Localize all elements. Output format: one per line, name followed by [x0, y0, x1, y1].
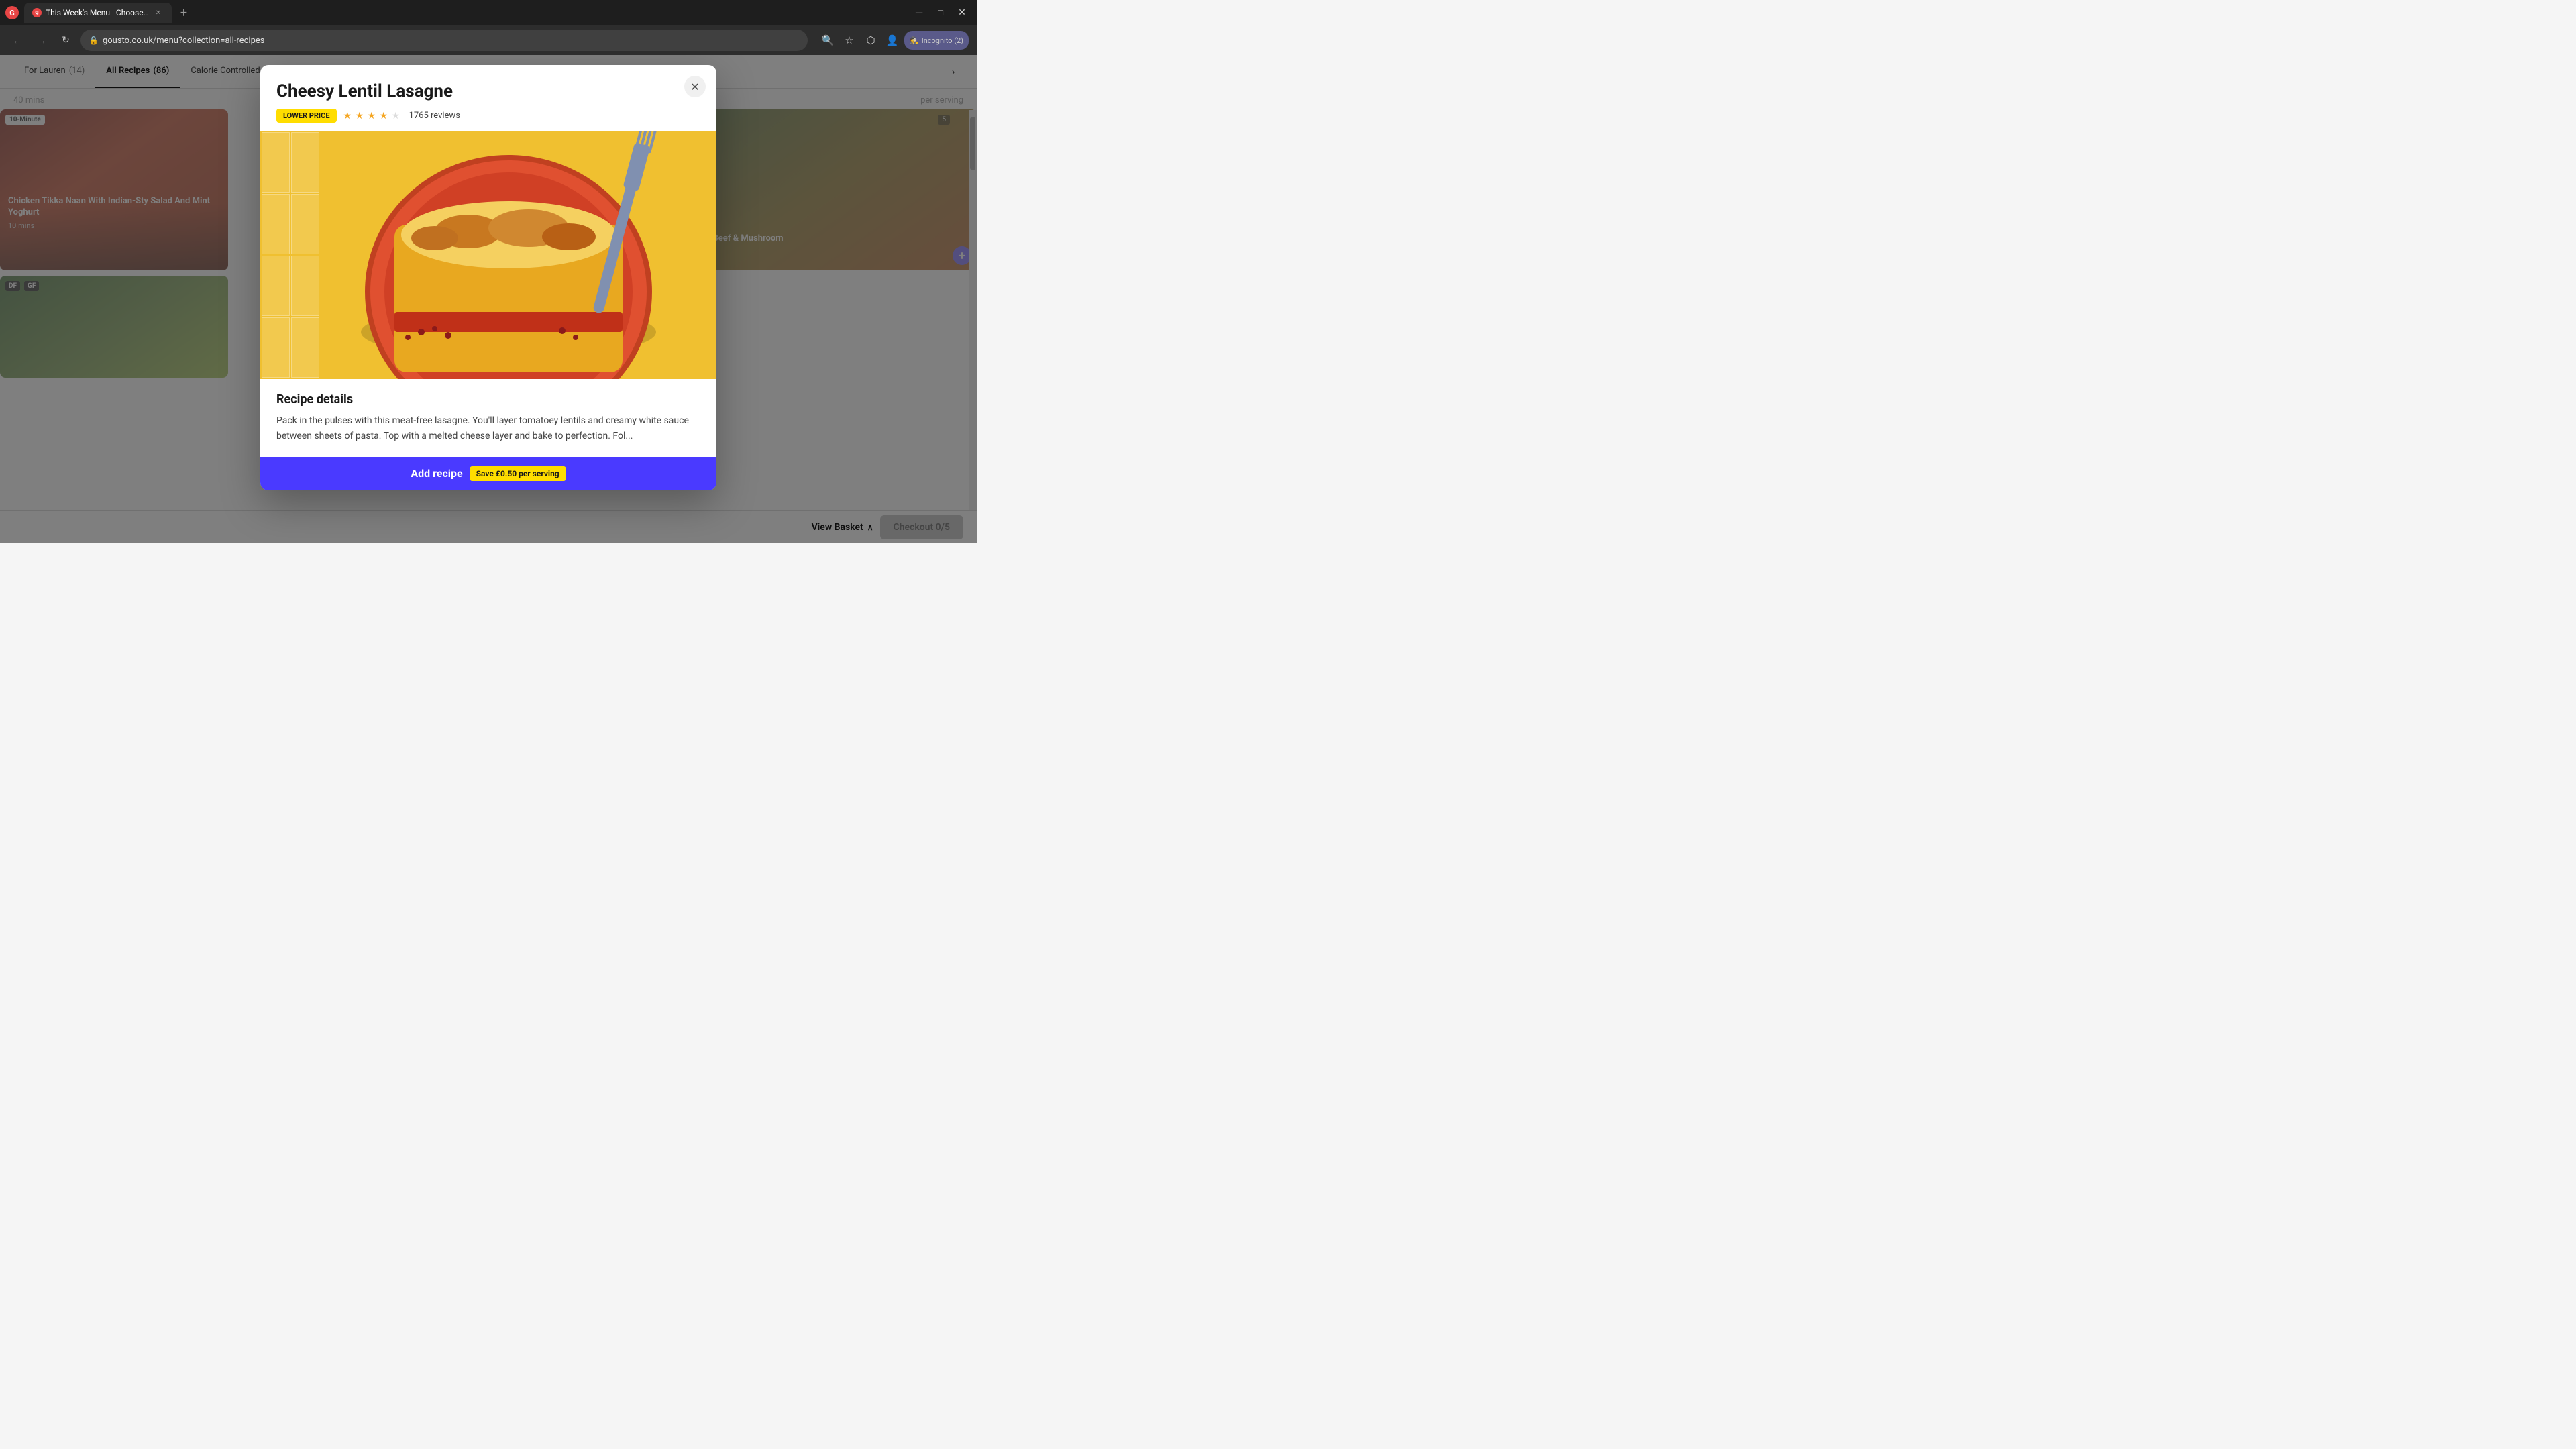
page-content: For Lauren (14) All Recipes (86) Calorie… [0, 55, 977, 543]
minimize-button[interactable]: — [910, 3, 928, 22]
modal-header: Cheesy Lentil Lasagne LOWER PRICE ★ ★ ★ … [260, 65, 716, 131]
modal-badges: LOWER PRICE ★ ★ ★ ★ ★ 1765 reviews [276, 109, 700, 123]
new-tab-button[interactable]: + [174, 3, 193, 22]
profile-icon[interactable]: 👤 [883, 31, 902, 50]
star-3: ★ [368, 111, 378, 121]
refresh-button[interactable]: ↻ [56, 31, 75, 50]
recipe-description: Pack in the pulses with this meat-free l… [276, 413, 700, 443]
star-4: ★ [380, 111, 390, 121]
modal-title: Cheesy Lentil Lasagne [276, 81, 700, 102]
lower-price-badge: LOWER PRICE [276, 109, 337, 123]
window-controls: — □ ✕ [910, 3, 971, 22]
grid-cell-2 [291, 132, 319, 193]
lasagne-illustration [260, 131, 716, 379]
grid-cell-7 [262, 317, 290, 378]
recipe-details-title: Recipe details [276, 392, 700, 407]
address-bar: ← → ↻ 🔒 gousto.co.uk/menu?collection=all… [0, 25, 977, 55]
browser-chrome: G g This Week's Menu | Choose Fro... ✕ +… [0, 0, 977, 55]
tab-close-button[interactable]: ✕ [153, 7, 164, 18]
active-tab[interactable]: g This Week's Menu | Choose Fro... ✕ [24, 3, 172, 23]
tab-group-icon: G [5, 6, 19, 19]
maximize-button[interactable]: □ [931, 3, 950, 22]
star-1: ★ [343, 111, 354, 121]
tab-bar: G g This Week's Menu | Choose Fro... ✕ +… [0, 0, 977, 25]
extensions-icon[interactable]: ⬡ [861, 31, 880, 50]
grid-cell-1 [262, 132, 290, 193]
incognito-badge: 🕵 Incognito (2) [904, 31, 969, 50]
search-icon[interactable]: 🔍 [818, 31, 837, 50]
grid-cell-5 [262, 256, 290, 316]
star-rating: ★ ★ ★ ★ ★ [343, 111, 402, 121]
grid-cell-8 [291, 317, 319, 378]
star-5: ★ [392, 111, 402, 121]
tab-title: This Week's Menu | Choose Fro... [46, 8, 149, 17]
close-window-button[interactable]: ✕ [953, 3, 971, 22]
image-grid-overlay [260, 131, 321, 379]
url-bar[interactable]: 🔒 gousto.co.uk/menu?collection=all-recip… [80, 30, 808, 51]
forward-button[interactable]: → [32, 31, 51, 50]
modal-body: Recipe details Pack in the pulses with t… [260, 379, 716, 457]
incognito-icon: 🕵 [910, 36, 919, 45]
grid-cell-6 [291, 256, 319, 316]
modal-close-button[interactable]: ✕ [684, 76, 706, 97]
lock-icon: 🔒 [89, 36, 99, 45]
add-recipe-button[interactable]: Add recipe Save £0.50 per serving [260, 457, 716, 490]
star-2: ★ [356, 111, 366, 121]
modal-image [260, 131, 716, 379]
star-icon[interactable]: ☆ [840, 31, 859, 50]
review-count: 1765 reviews [409, 111, 460, 121]
grid-cell-3 [262, 194, 290, 254]
back-button[interactable]: ← [8, 31, 27, 50]
tab-favicon: g [32, 8, 42, 17]
url-text: gousto.co.uk/menu?collection=all-recipes [103, 36, 800, 46]
grid-cell-4 [291, 194, 319, 254]
toolbar-icons: 🔍 ☆ ⬡ 👤 🕵 Incognito (2) [818, 31, 969, 50]
recipe-modal: ✕ Cheesy Lentil Lasagne LOWER PRICE ★ ★ … [260, 65, 716, 490]
save-badge: Save £0.50 per serving [470, 466, 566, 481]
close-icon: ✕ [690, 80, 699, 93]
incognito-label: Incognito (2) [922, 36, 963, 45]
add-recipe-label: Add recipe [411, 467, 462, 480]
